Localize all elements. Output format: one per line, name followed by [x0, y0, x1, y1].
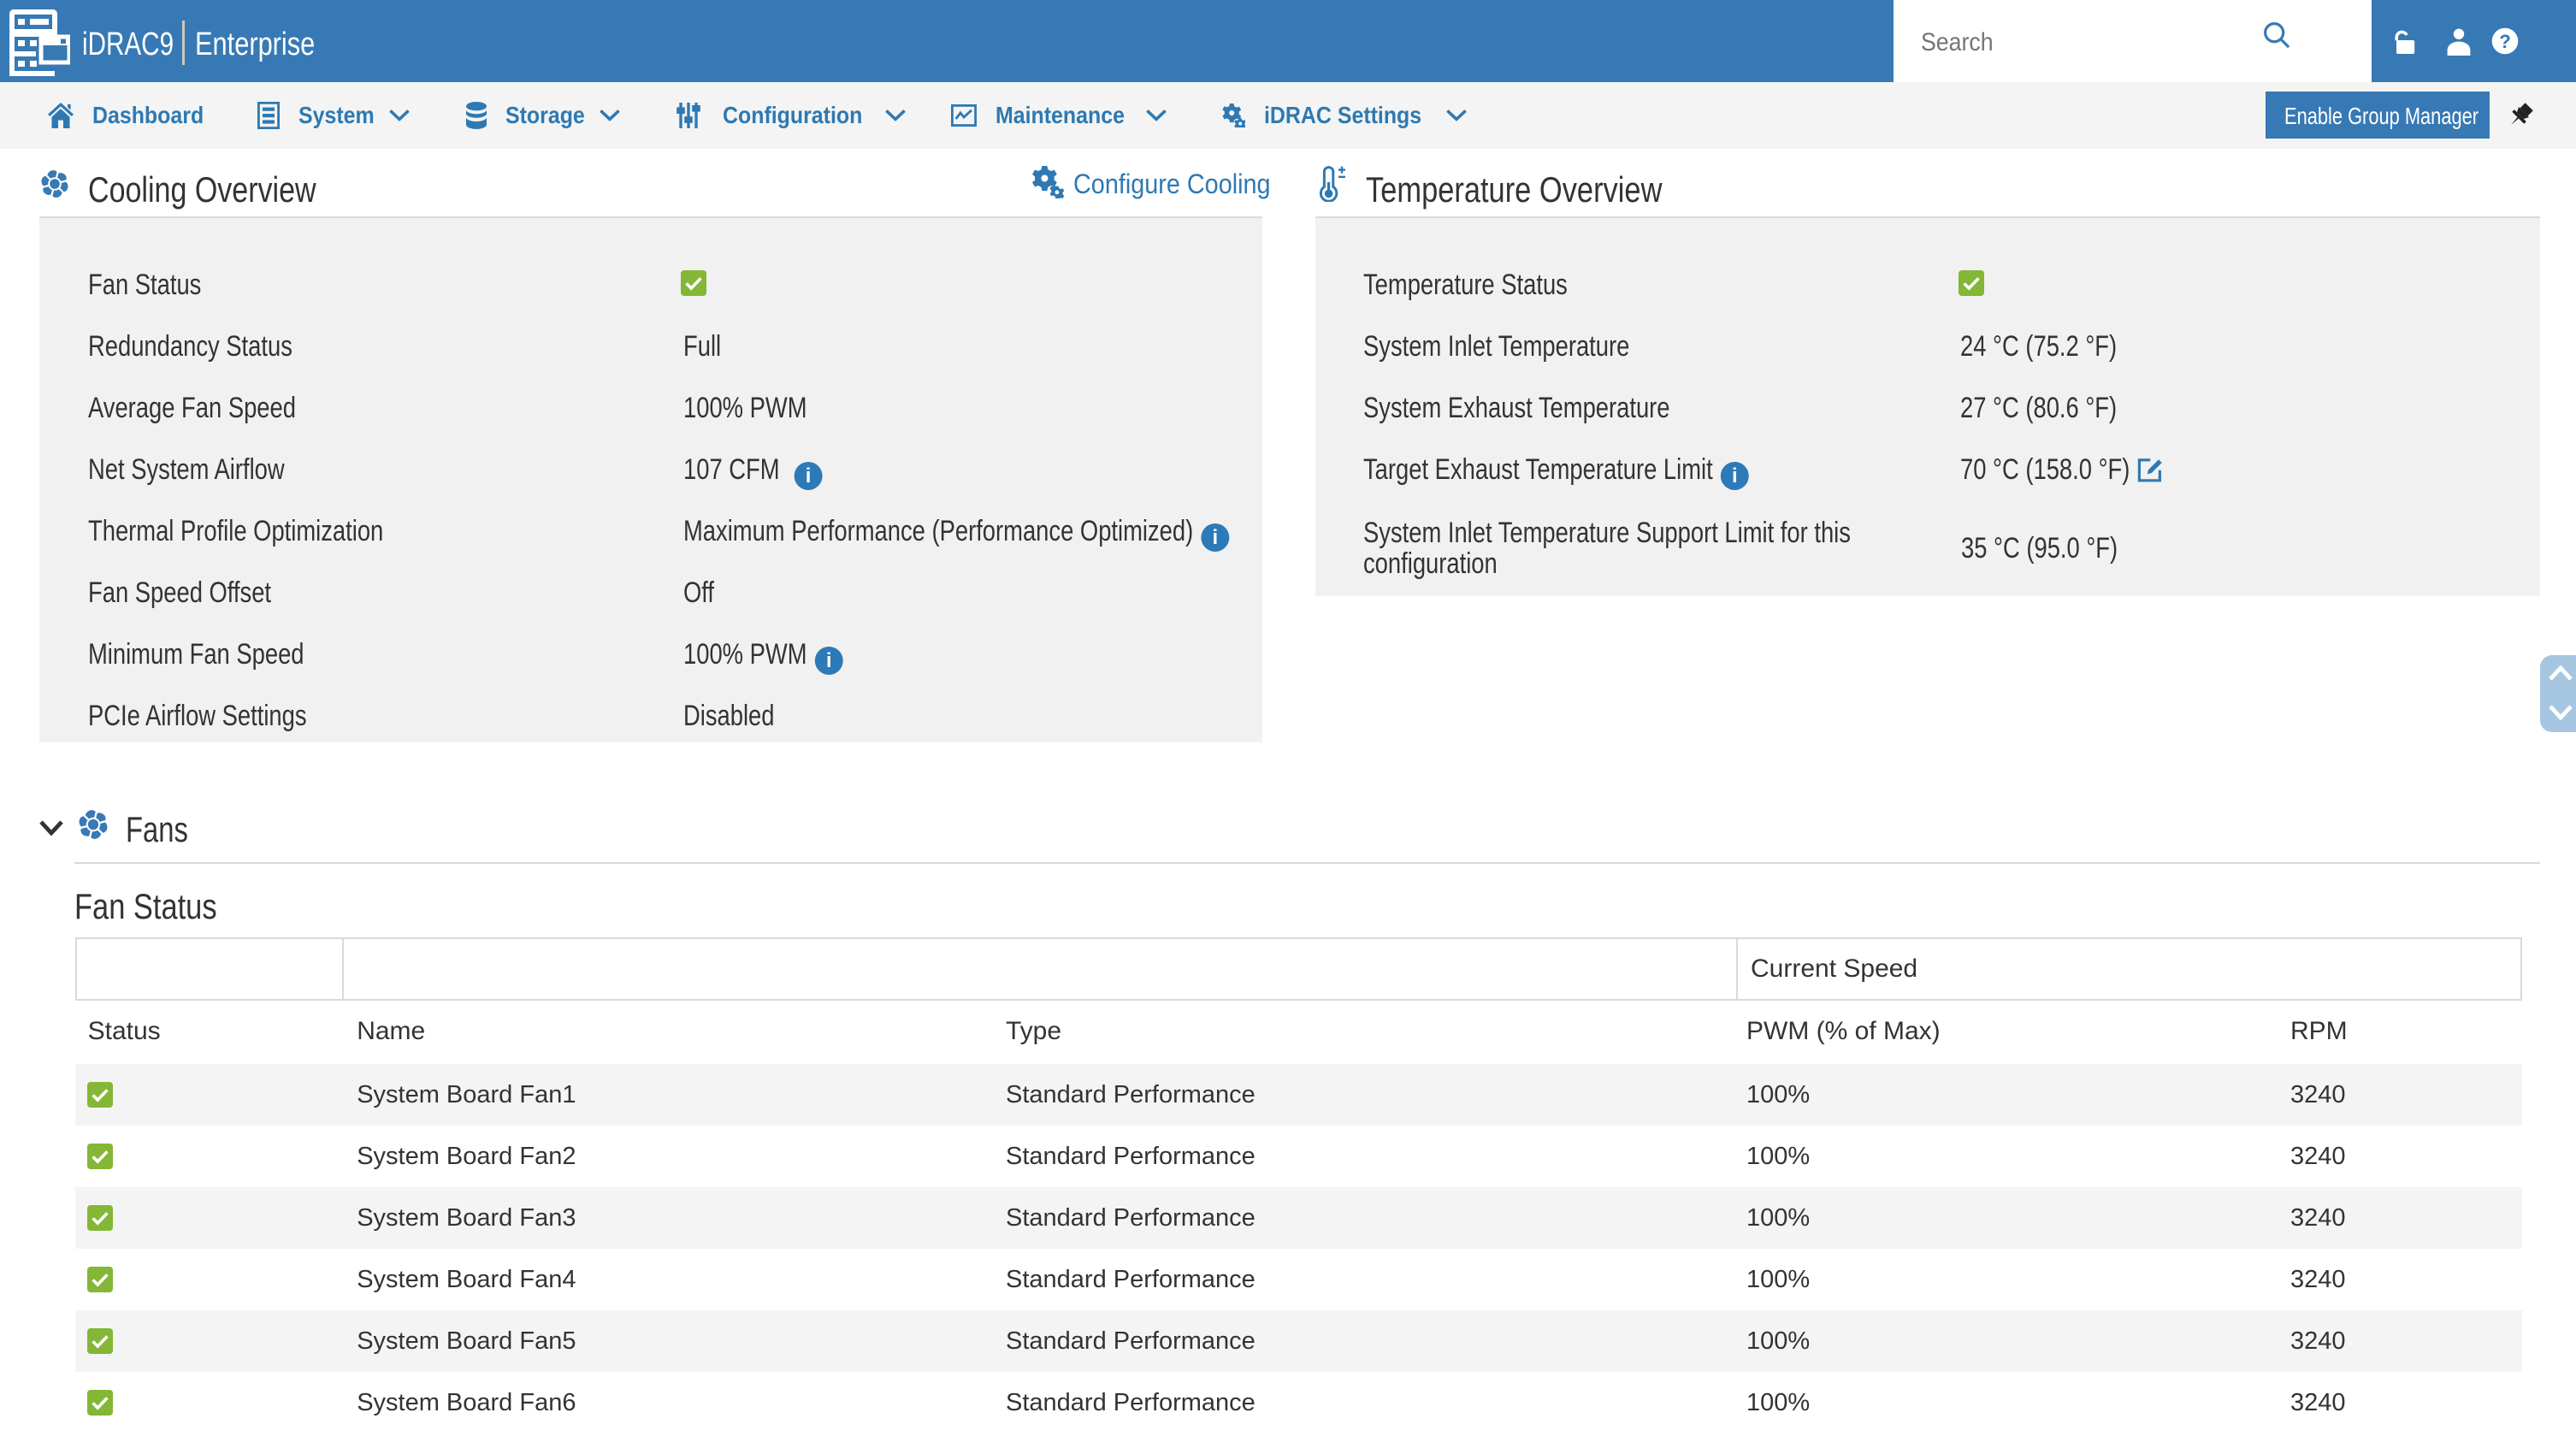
svg-text:?: ? [2499, 31, 2511, 52]
